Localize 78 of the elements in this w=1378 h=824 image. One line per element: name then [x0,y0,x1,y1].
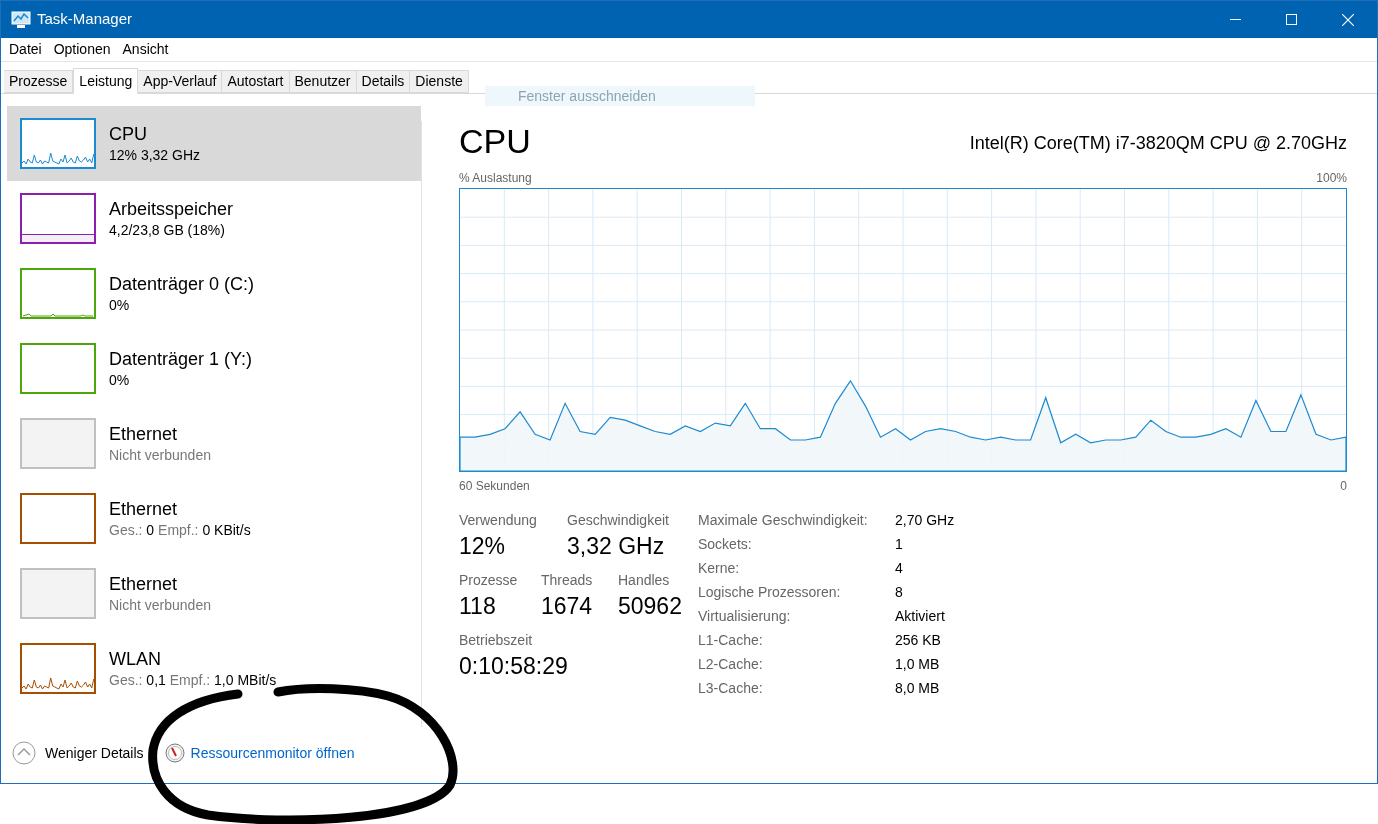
stat-label: Betriebszeit [459,631,534,650]
stat-label: Geschwindigkeit [567,511,670,530]
processor-name: Intel(R) Core(TM) i7-3820QM CPU @ 2.70GHz [969,132,1347,155]
detail-label: Kerne: [698,559,741,578]
detail-label: Logische Prozessoren: [698,583,842,602]
tab[interactable]: Dienste [410,70,469,93]
stat-value: 0:10:58:29 [459,652,569,681]
device-name: WLAN [109,647,162,670]
sidebar-item[interactable]: WLAN Ges.: 0,1 Empf.: 1,0 MBit/s [7,631,421,706]
device-name: Ethernet [109,497,179,520]
device-name: Datenträger 1 (Y:) [109,347,253,370]
close-icon [1342,13,1354,26]
tab[interactable]: Leistung [73,68,139,94]
window-title: Task-Manager [37,9,133,30]
sidebar-item[interactable]: Datenträger 1 (Y:) 0% [7,331,421,406]
device-detail: Ges.: 0 Empf.: 0 KBit/s [109,520,251,540]
menu-item[interactable]: Ansicht [116,39,175,60]
stat-value: 12% [459,532,507,561]
detail-label: L3-Cache: [698,679,764,698]
stat-value: 50962 [618,592,683,621]
detail-label: Virtualisierung: [698,607,792,626]
axis-label: 100% [1316,170,1347,187]
tab[interactable]: Prozesse [4,70,74,93]
stat-label: Handles [618,571,671,590]
detail-value: 8,0 MB [895,679,941,698]
panel-title: CPU [459,121,531,161]
detail-label: Sockets: [698,535,753,554]
device-name: Arbeitsspeicher [109,197,234,220]
detail-label: L2-Cache: [698,655,764,674]
stat-label: Prozesse [459,571,519,590]
stat-value: 3,32 GHz [567,532,666,561]
device-detail: Nicht verbunden [109,595,211,615]
resource-monitor-link[interactable]: Ressourcenmonitor öffnen [190,742,355,764]
detail-value: 1 [895,535,904,554]
device-detail: 0% [109,370,131,390]
menu-item[interactable]: Optionen [47,39,117,60]
detail-value: 4 [895,559,904,578]
sidebar-item[interactable]: Ethernet Nicht verbunden [7,406,421,481]
sidebar-item[interactable]: Datenträger 0 (C:) 0% [7,256,421,331]
device-name: CPU [109,122,148,145]
detail-value: 8 [895,583,904,602]
tooltip: Fenster ausschneiden [485,86,755,106]
device-name: Ethernet [109,572,179,595]
detail-label: Maximale Geschwindigkeit: [698,511,869,530]
device-detail: 4,2/23,8 GB (18%) [109,220,226,240]
stat-value: 118 [459,592,497,621]
tab[interactable]: Details [356,70,411,93]
tab[interactable]: Benutzer [289,70,357,93]
detail-value: 256 KB [895,631,942,650]
detail-value: Aktiviert [895,607,946,626]
fewer-details-button[interactable]: Weniger Details [12,741,144,765]
device-name: Datenträger 0 (C:) [109,272,255,295]
axis-label: 60 Sekunden [459,478,530,495]
maximize-icon [1285,14,1297,25]
stat-label: Threads [541,571,594,590]
minimize-icon [1229,19,1241,20]
stat-label: Verwendung [459,511,538,530]
device-detail: 0% [109,295,131,315]
detail-value: 2,70 GHz [895,511,955,530]
device-detail: Ges.: 0,1 Empf.: 1,0 MBit/s [109,670,277,690]
sidebar-item[interactable]: CPU 12% 3,32 GHz [7,106,421,181]
tab[interactable]: App-Verlauf [138,70,223,93]
axis-label: % Auslastung [459,170,532,187]
sidebar-item[interactable]: Ethernet Ges.: 0 Empf.: 0 KBit/s [7,481,421,556]
device-detail: 12% 3,32 GHz [109,145,201,165]
tab[interactable]: Autostart [222,70,290,93]
monitor-icon [11,10,31,29]
sidebar-item[interactable]: Ethernet Nicht verbunden [7,556,421,631]
gauge-icon [164,743,185,763]
detail-value: 1,0 MB [895,655,941,674]
detail-label: L1-Cache: [698,631,764,650]
stat-value: 1674 [541,592,594,621]
menu-item[interactable]: Datei [3,39,48,60]
sidebar-item[interactable]: Arbeitsspeicher 4,2/23,8 GB (18%) [7,181,421,256]
device-detail: Nicht verbunden [109,445,211,465]
collapse-icon [12,741,36,765]
device-name: Ethernet [109,422,179,445]
axis-label: 0 [1340,478,1347,495]
